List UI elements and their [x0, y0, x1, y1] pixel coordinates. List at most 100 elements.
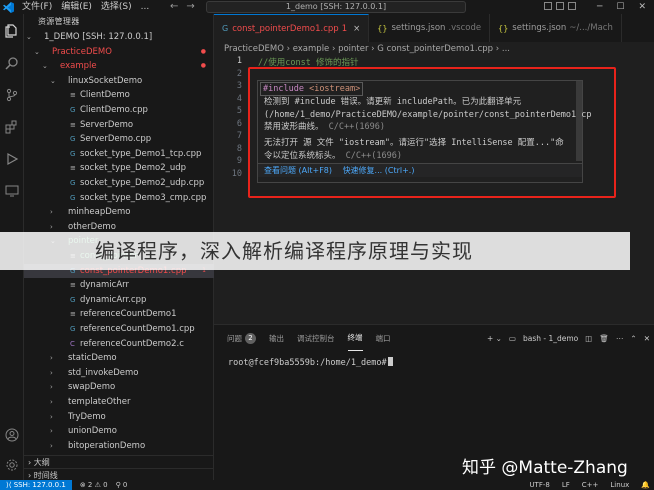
panel-tab[interactable]: 终端: [347, 325, 363, 351]
menu-more[interactable]: ...: [141, 0, 150, 14]
close-tab-icon[interactable]: ×: [353, 24, 360, 34]
maximize-panel-icon[interactable]: ⌃: [630, 334, 636, 343]
tree-item-label: templateOther: [68, 397, 131, 407]
panel-tab[interactable]: 调试控制台: [297, 325, 335, 351]
cpp-file-icon: G: [70, 325, 76, 333]
terminal-content[interactable]: root@fcef9ba5559b:/home/1_demo#: [228, 357, 393, 368]
account-icon[interactable]: [3, 426, 21, 444]
panel-tab[interactable]: 输出: [269, 325, 284, 351]
menu-file[interactable]: 文件(F): [22, 0, 52, 14]
tree-item-label: socket_type_Demo2_udp: [80, 163, 187, 174]
editor-tabs: G const_pointerDemo1.cpp 1 × {} settings…: [214, 14, 654, 42]
tree-item[interactable]: ≡ dynamicArr: [24, 278, 214, 293]
tree-item[interactable]: ≡ socket_type_Demo2_udp: [24, 161, 214, 176]
panel-tab[interactable]: 端口: [376, 325, 391, 351]
cpp-file-icon: G: [70, 179, 76, 187]
maximize-icon[interactable]: ☐: [616, 0, 624, 14]
tree-item[interactable]: Gsocket_type_Demo2_udp.cpp: [24, 176, 214, 191]
problems-indicator[interactable]: ⊗ 2 ⚠ 0: [80, 480, 108, 490]
tab-label: settings.json: [391, 23, 446, 33]
hover-scrollbar[interactable]: [576, 81, 582, 161]
chevron-right-icon: ›: [50, 383, 53, 392]
tree-item[interactable]: ≡ referenceCountDemo1: [24, 307, 214, 322]
minimize-icon[interactable]: ─: [597, 0, 602, 14]
tree-item[interactable]: › unionDemo: [24, 424, 214, 439]
panel-tab-label: 输出: [269, 333, 284, 343]
split-terminal-icon[interactable]: ◫: [585, 334, 592, 343]
menu-selection[interactable]: 选择(S): [101, 0, 132, 14]
close-window-icon[interactable]: ✕: [638, 0, 646, 14]
breadcrumb[interactable]: PracticeDEMO › example › pointer › G con…: [214, 42, 654, 56]
binary-file-icon: ≡: [70, 91, 76, 100]
outline-section[interactable]: › 大纲: [24, 455, 214, 468]
tree-item[interactable]: › minheapDemo: [24, 205, 214, 220]
eol-indicator[interactable]: LF: [562, 480, 570, 490]
tree-item-label: unionDemo: [68, 426, 117, 437]
tree-item[interactable]: Gsocket_type_Demo3_cmp.cpp: [24, 191, 214, 206]
chevron-right-icon: ›: [50, 398, 53, 406]
tree-item[interactable]: CreferenceCountDemo2.c: [24, 337, 214, 352]
extensions-icon[interactable]: [3, 118, 21, 136]
toggle-panel-icon[interactable]: [556, 2, 564, 10]
explorer-icon[interactable]: [3, 22, 21, 40]
tree-item[interactable]: › templateOther: [24, 395, 214, 410]
tree-item[interactable]: ⌄ example ●: [24, 59, 214, 74]
tree-item[interactable]: GdynamicArr.cpp: [24, 293, 214, 308]
menu-edit[interactable]: 编辑(E): [61, 0, 92, 14]
command-center-search[interactable]: 1_demo [SSH: 127.0.0.1]: [206, 1, 466, 13]
view-problem-link[interactable]: 查看问题 (Alt+F8): [264, 166, 332, 175]
panel-tab[interactable]: 问题 2: [227, 325, 256, 351]
tree-item[interactable]: G ClientDemo.cpp: [24, 103, 214, 118]
tree-item[interactable]: › TryDemo: [24, 410, 214, 425]
line-number: 6: [236, 118, 242, 129]
tab-settings-json-workspace[interactable]: {} settings.json .vscode: [369, 14, 491, 42]
run-debug-icon[interactable]: [3, 150, 21, 168]
tree-item[interactable]: ⌄ PracticeDEMO ●: [24, 45, 214, 60]
toggle-sidebar-icon[interactable]: [544, 2, 552, 10]
nav-forward-icon[interactable]: →: [186, 0, 194, 14]
tab-settings-json-machine[interactable]: {} settings.json ~/.../Mach: [490, 14, 622, 42]
outline-label: 大纲: [33, 458, 50, 467]
tree-item[interactable]: Gsocket_type_Demo1_tcp.cpp: [24, 147, 214, 162]
close-panel-icon[interactable]: ✕: [644, 334, 650, 343]
tree-item[interactable]: › std_invokeDemo: [24, 366, 214, 381]
quick-fix-link[interactable]: 快速修复... (Ctrl+.): [343, 166, 415, 175]
tree-item[interactable]: ≡ ClientDemo: [24, 88, 214, 103]
tree-item[interactable]: › swapDemo: [24, 380, 214, 395]
tree-item[interactable]: GreferenceCountDemo1.cpp: [24, 322, 214, 337]
tree-item[interactable]: ⌄ linuxSocketDemo: [24, 74, 214, 89]
tree-item[interactable]: ⌄ 1_DEMO [SSH: 127.0.0.1]: [24, 30, 214, 45]
tree-item[interactable]: G ServerDemo.cpp: [24, 132, 214, 147]
line-number: 2: [236, 68, 242, 79]
tree-item-label: socket_type_Demo1_tcp.cpp: [80, 148, 202, 159]
more-actions-icon[interactable]: ⋯: [616, 334, 624, 343]
notifications-bell-icon[interactable]: 🔔: [641, 480, 650, 490]
tree-item[interactable]: ≡ ServerDemo: [24, 118, 214, 133]
terminal-icon: ▭: [508, 333, 516, 343]
manage-gear-icon[interactable]: [3, 456, 21, 474]
os-indicator[interactable]: Linux: [610, 480, 629, 490]
remote-explorer-icon[interactable]: [3, 182, 21, 200]
nav-back-icon[interactable]: ←: [170, 0, 178, 14]
source-control-icon[interactable]: [3, 86, 21, 104]
tree-item-label: dynamicArr.cpp: [80, 294, 147, 305]
encoding-indicator[interactable]: UTF-8: [529, 480, 549, 490]
search-icon[interactable]: [3, 54, 21, 72]
binary-file-icon: ≡: [70, 120, 76, 129]
tree-item[interactable]: › bitoperationDemo: [24, 439, 214, 454]
new-terminal-icon[interactable]: + ⌄: [487, 334, 502, 343]
tab-const-pointer-demo1[interactable]: G const_pointerDemo1.cpp 1 ×: [214, 14, 370, 42]
terminal-name[interactable]: bash - 1_demo: [523, 334, 578, 343]
panel-tab-label: 调试控制台: [297, 333, 335, 343]
tree-item[interactable]: › staticDemo: [24, 351, 214, 366]
tree-item-label: linuxSocketDemo: [68, 75, 143, 86]
panel-tab-label: 问题: [227, 333, 242, 343]
article-title-overlay: 编译程序，深入解析编译程序原理与实现: [0, 232, 630, 270]
toggle-secondary-sidebar-icon[interactable]: [568, 2, 576, 10]
hover-message-line: (/home/1_demo/PracticeDEMO/example/point…: [264, 109, 592, 120]
remote-indicator[interactable]: ⟩⟨ SSH: 127.0.0.1: [0, 480, 72, 490]
language-indicator[interactable]: C++: [582, 480, 599, 490]
ports-indicator[interactable]: ⚲ 0: [116, 480, 128, 490]
kill-terminal-icon[interactable]: 🗑: [599, 334, 609, 343]
vscode-logo-icon: [0, 0, 16, 14]
